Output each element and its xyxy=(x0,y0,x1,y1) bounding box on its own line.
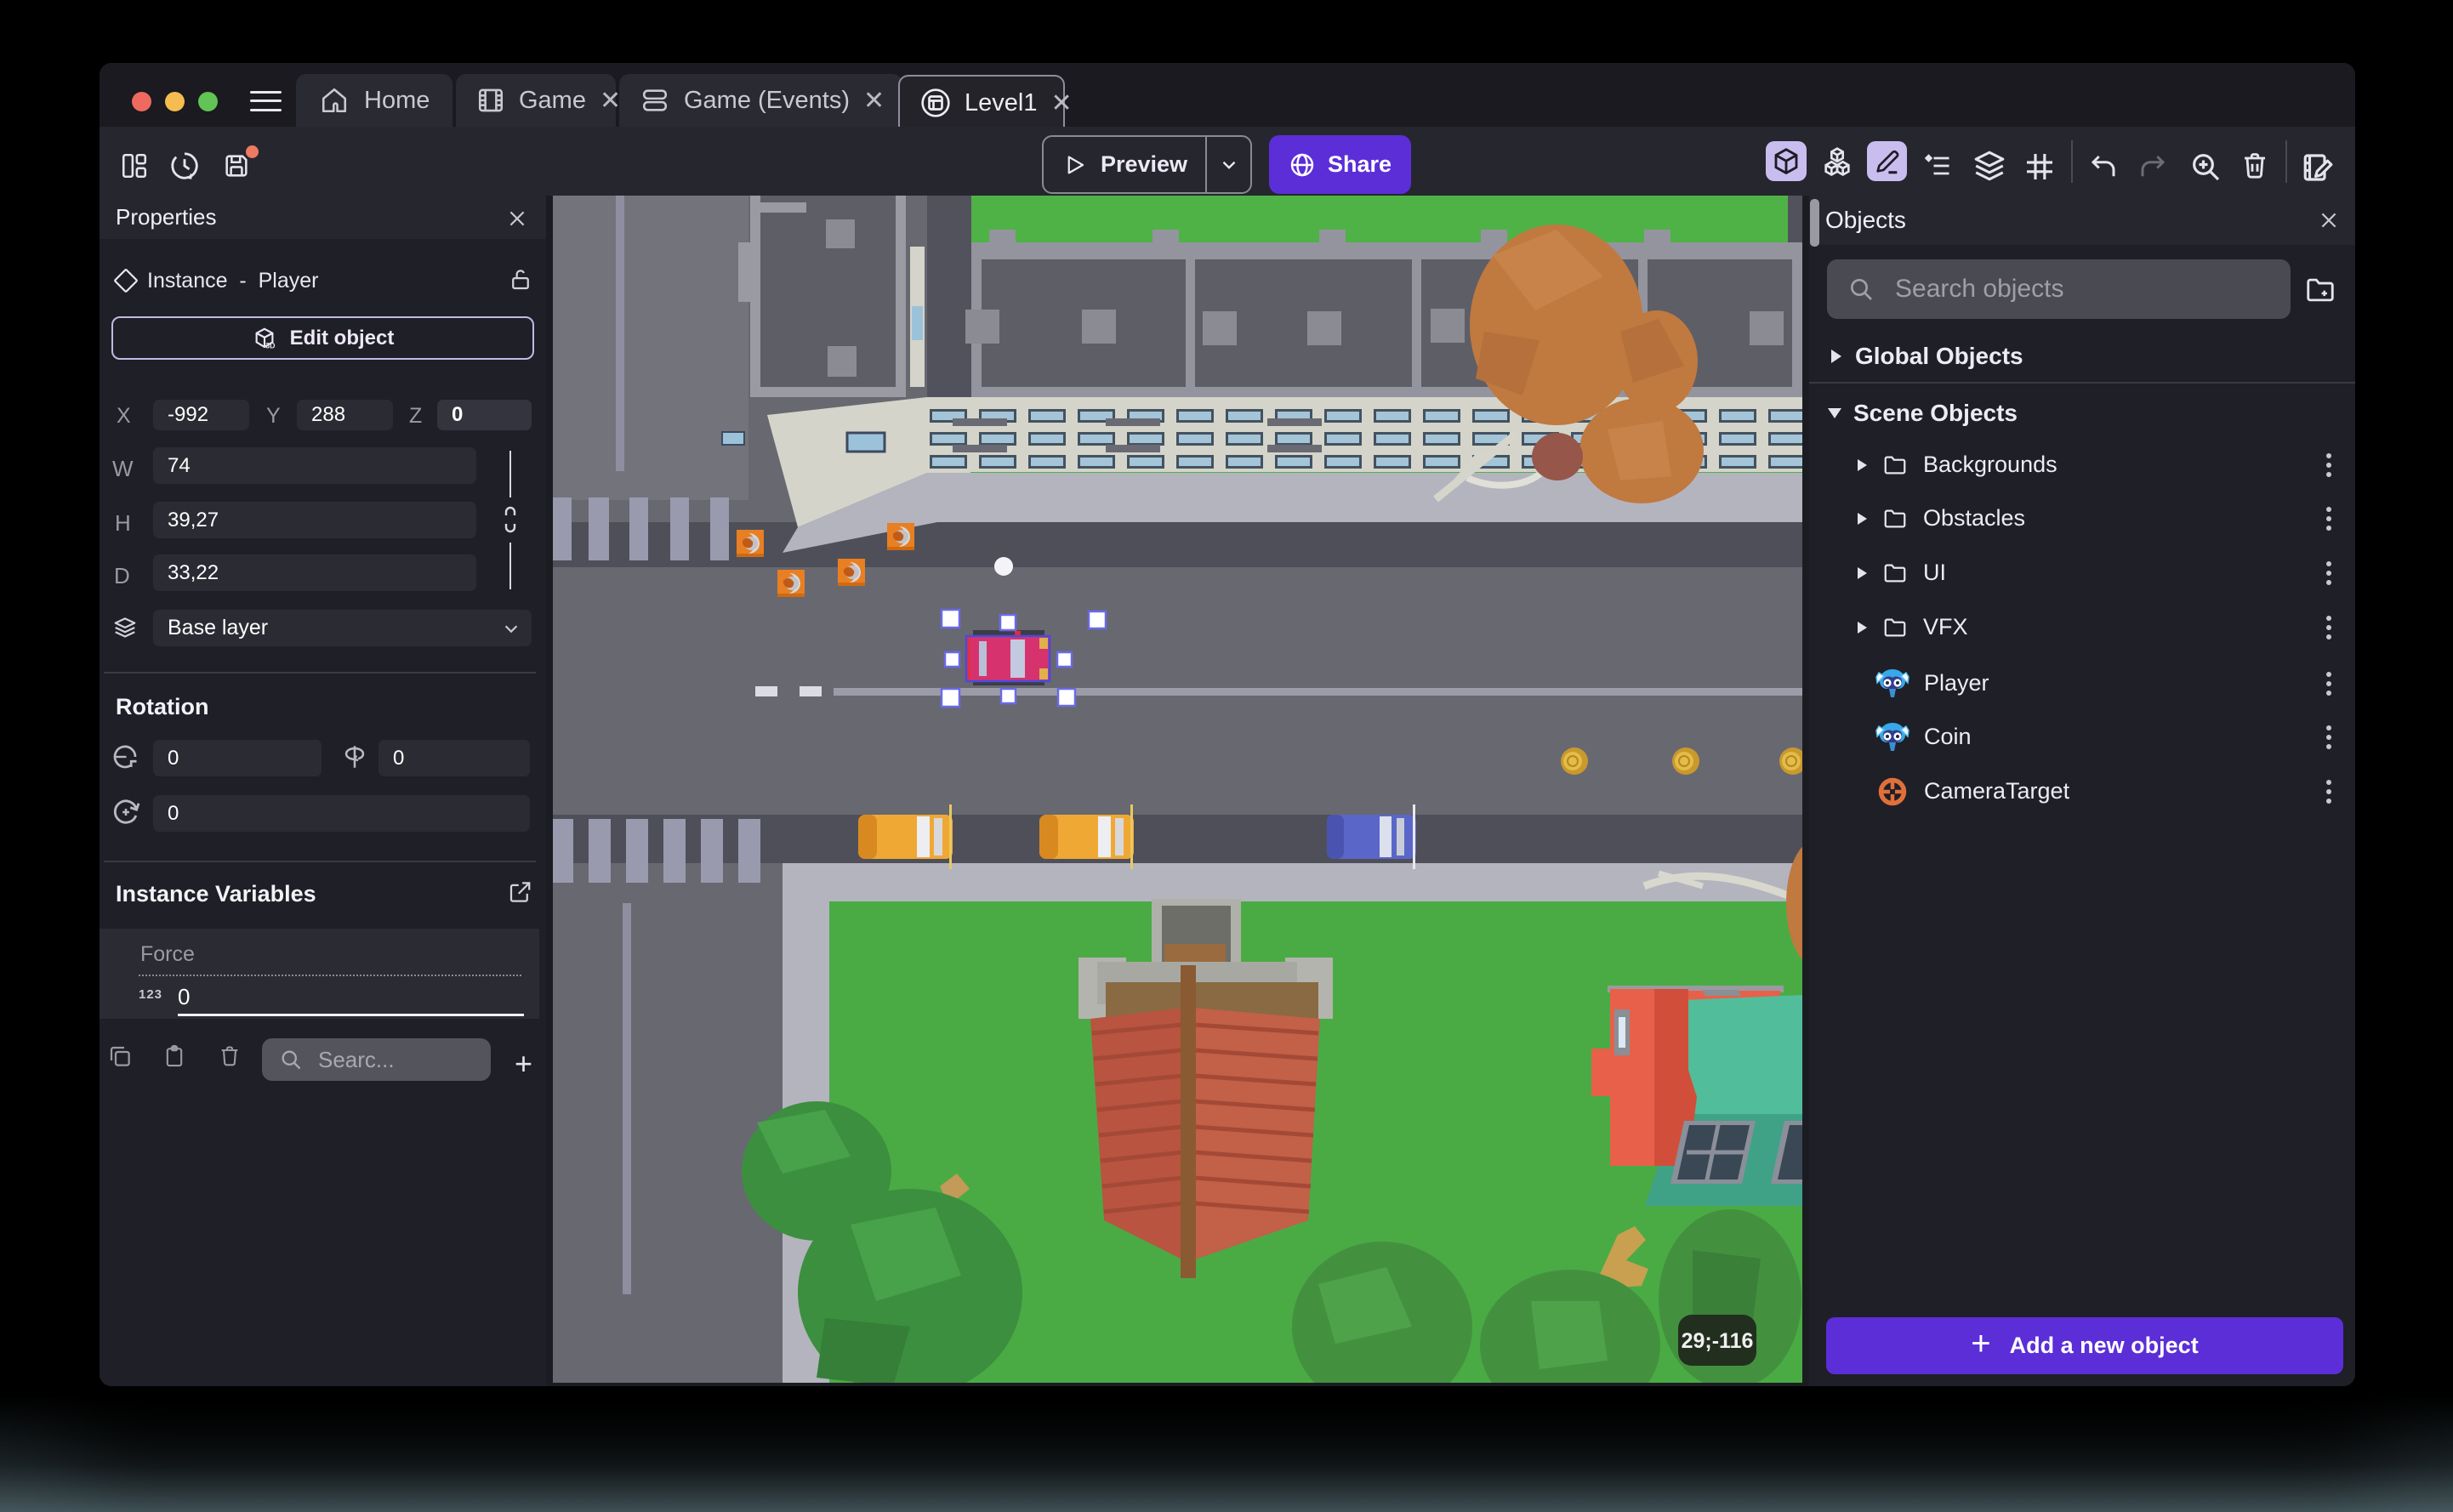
svg-text:29;-116: 29;-116 xyxy=(1682,1329,1754,1353)
svg-text:3D: 3D xyxy=(265,341,275,350)
